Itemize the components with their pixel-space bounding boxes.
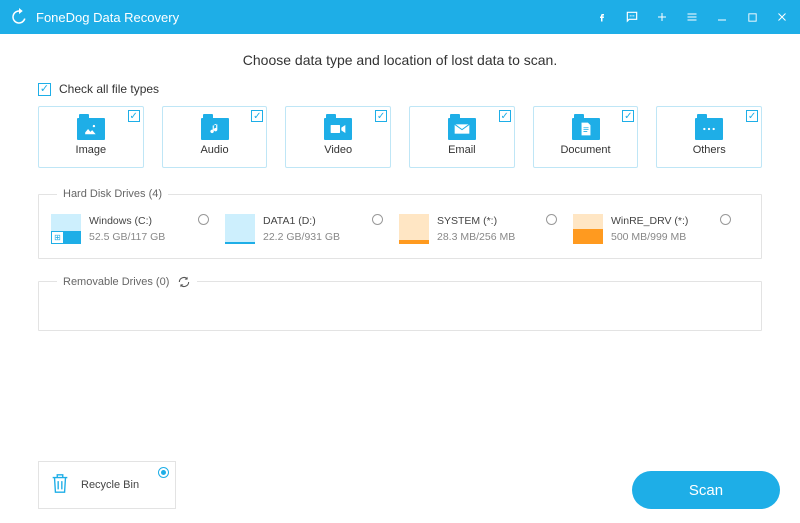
audio-icon bbox=[201, 118, 229, 140]
main-content: Choose data type and location of lost da… bbox=[0, 34, 800, 523]
feedback-icon[interactable] bbox=[624, 9, 640, 25]
drive-name: DATA1 (D:) bbox=[263, 214, 340, 230]
recycle-radio[interactable] bbox=[158, 467, 169, 478]
type-checkbox[interactable] bbox=[746, 110, 758, 122]
drive-size: 500 MB/999 MB bbox=[611, 230, 688, 246]
disk-icon bbox=[225, 214, 255, 244]
file-type-grid: Image Audio Video Email Document bbox=[38, 106, 762, 168]
type-label: Audio bbox=[200, 144, 228, 156]
type-card-document[interactable]: Document bbox=[533, 106, 639, 168]
disk-icon: ⊞ bbox=[51, 214, 81, 244]
refresh-icon[interactable] bbox=[177, 275, 191, 289]
type-card-audio[interactable]: Audio bbox=[162, 106, 268, 168]
type-card-image[interactable]: Image bbox=[38, 106, 144, 168]
type-label: Video bbox=[324, 144, 352, 156]
type-label: Image bbox=[76, 144, 107, 156]
hard-drives-section: Hard Disk Drives (4) ⊞ Windows (C:) 52.5… bbox=[38, 188, 762, 259]
app-window: FoneDog Data Recovery Choose data type a… bbox=[0, 0, 800, 523]
drive-size: 28.3 MB/256 MB bbox=[437, 230, 515, 246]
type-label: Email bbox=[448, 144, 476, 156]
recycle-bin-card[interactable]: Recycle Bin bbox=[38, 461, 176, 509]
removable-legend-row: Removable Drives (0) bbox=[57, 275, 197, 289]
drive-item[interactable]: WinRE_DRV (*:) 500 MB/999 MB bbox=[573, 214, 735, 246]
others-icon bbox=[695, 118, 723, 140]
drive-item[interactable]: DATA1 (D:) 22.2 GB/931 GB bbox=[225, 214, 387, 246]
menu-icon[interactable] bbox=[684, 9, 700, 25]
minimize-icon[interactable] bbox=[714, 9, 730, 25]
image-icon bbox=[77, 118, 105, 140]
drive-radio[interactable] bbox=[546, 214, 557, 225]
drive-name: SYSTEM (*:) bbox=[437, 214, 515, 230]
page-heading: Choose data type and location of lost da… bbox=[38, 52, 762, 68]
document-icon bbox=[572, 118, 600, 140]
app-title: FoneDog Data Recovery bbox=[36, 10, 594, 25]
type-label: Document bbox=[560, 144, 610, 156]
titlebar: FoneDog Data Recovery bbox=[0, 0, 800, 34]
drive-size: 52.5 GB/117 GB bbox=[89, 230, 165, 246]
drive-size: 22.2 GB/931 GB bbox=[263, 230, 340, 246]
drive-name: WinRE_DRV (*:) bbox=[611, 214, 688, 230]
type-checkbox[interactable] bbox=[622, 110, 634, 122]
type-checkbox[interactable] bbox=[128, 110, 140, 122]
disk-icon bbox=[573, 214, 603, 244]
check-all-checkbox[interactable] bbox=[38, 83, 51, 96]
email-icon bbox=[448, 118, 476, 140]
hard-drives-legend: Hard Disk Drives (4) bbox=[57, 188, 168, 200]
close-icon[interactable] bbox=[774, 9, 790, 25]
check-all-label: Check all file types bbox=[59, 82, 159, 96]
drive-radio[interactable] bbox=[198, 214, 209, 225]
type-checkbox[interactable] bbox=[499, 110, 511, 122]
video-icon bbox=[324, 118, 352, 140]
hard-drives-list: ⊞ Windows (C:) 52.5 GB/117 GB DATA1 (D:)… bbox=[51, 214, 749, 246]
plus-icon[interactable] bbox=[654, 9, 670, 25]
type-label: Others bbox=[693, 144, 726, 156]
type-card-video[interactable]: Video bbox=[285, 106, 391, 168]
recycle-label: Recycle Bin bbox=[81, 479, 139, 491]
drive-item[interactable]: SYSTEM (*:) 28.3 MB/256 MB bbox=[399, 214, 561, 246]
drive-radio[interactable] bbox=[372, 214, 383, 225]
scan-button[interactable]: Scan bbox=[632, 471, 780, 509]
removable-drives-section: Removable Drives (0) bbox=[38, 275, 762, 331]
drive-name: Windows (C:) bbox=[89, 214, 165, 230]
removable-drives-legend: Removable Drives (0) bbox=[63, 276, 169, 288]
facebook-icon[interactable] bbox=[594, 9, 610, 25]
check-all-row[interactable]: Check all file types bbox=[38, 82, 762, 96]
windows-badge-icon: ⊞ bbox=[52, 232, 63, 243]
type-checkbox[interactable] bbox=[251, 110, 263, 122]
maximize-icon[interactable] bbox=[744, 9, 760, 25]
type-card-others[interactable]: Others bbox=[656, 106, 762, 168]
trash-icon bbox=[49, 471, 71, 500]
drive-radio[interactable] bbox=[720, 214, 731, 225]
type-card-email[interactable]: Email bbox=[409, 106, 515, 168]
disk-icon bbox=[399, 214, 429, 244]
type-checkbox[interactable] bbox=[375, 110, 387, 122]
window-controls bbox=[594, 9, 790, 25]
drive-item[interactable]: ⊞ Windows (C:) 52.5 GB/117 GB bbox=[51, 214, 213, 246]
bottom-bar: Recycle Bin Scan bbox=[38, 461, 780, 509]
app-logo-icon bbox=[10, 8, 28, 26]
